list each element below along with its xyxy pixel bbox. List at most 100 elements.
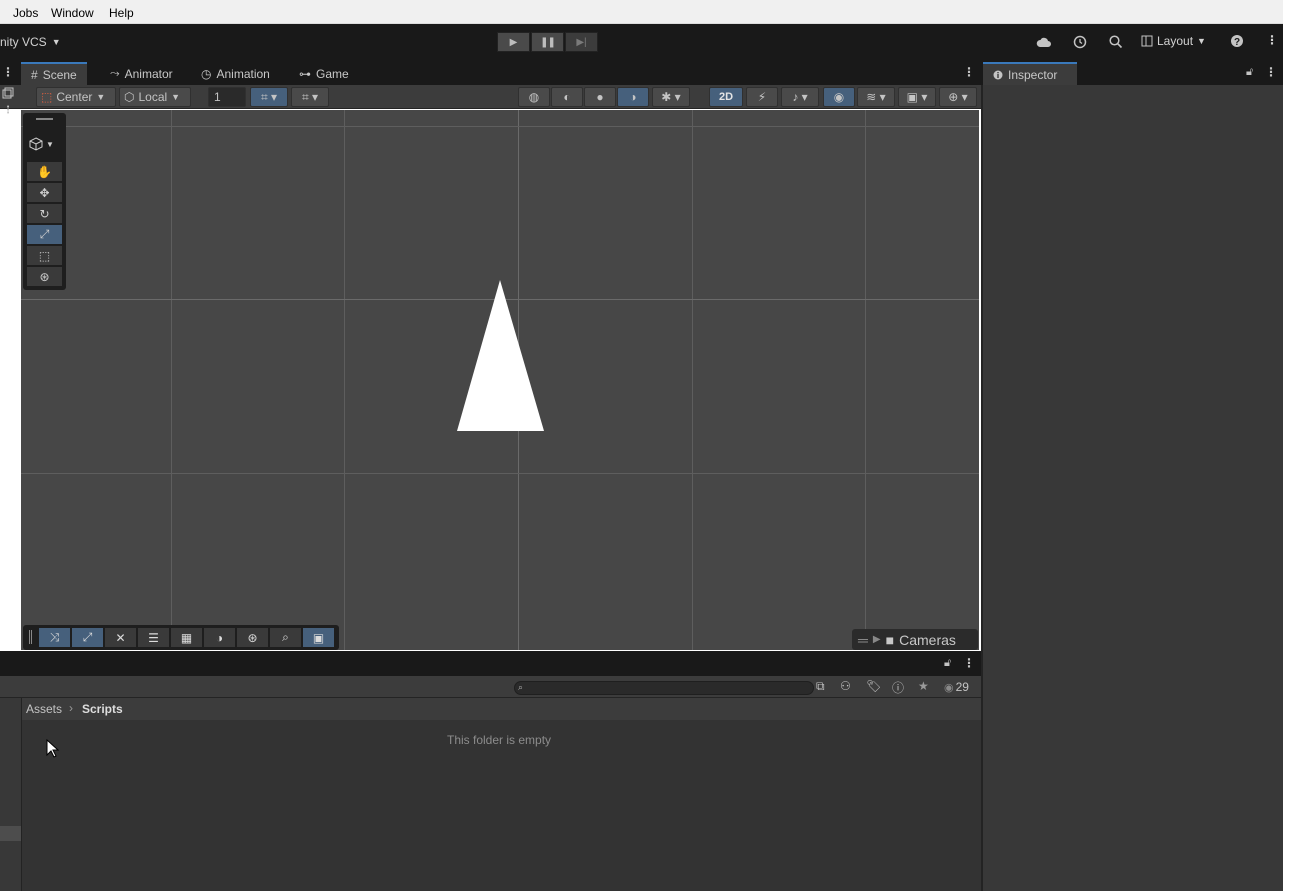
project-folder-tree[interactable] xyxy=(0,698,22,891)
pause-button[interactable]: ❚❚ xyxy=(531,32,564,52)
grid-size-field[interactable]: 1 xyxy=(208,87,246,107)
cloud-button[interactable] xyxy=(1036,35,1052,49)
scene-more-icon[interactable]: ⋮ xyxy=(963,65,975,79)
tab-game-label: Game xyxy=(316,66,349,81)
rotate-tool[interactable]: ↻ xyxy=(27,204,62,223)
more-menu-icon[interactable]: ⋮ xyxy=(1266,33,1278,47)
tab-scene[interactable]: # Scene xyxy=(21,62,87,85)
transform-tool[interactable]: ⊛ xyxy=(27,267,62,286)
breadcrumb-separator-icon: › xyxy=(69,701,73,715)
project-search-input[interactable]: ⌕ xyxy=(514,681,814,695)
tab-animator[interactable]: ⤳ Animator xyxy=(100,62,183,85)
tab-animation[interactable]: ◷ Animation xyxy=(191,62,280,85)
gizmo-icon: ⊕ ▾ xyxy=(948,90,968,104)
lighting-toggle[interactable]: ⚡ xyxy=(746,87,778,107)
overlay-button-shuffle[interactable]: ⤨ xyxy=(39,628,70,647)
maximize-icon[interactable] xyxy=(2,87,16,101)
scene-toolbar: ⋮ ⬚ Center ▼ ⬡ Local ▼ 1 ⌗ ▾ ⌗ ▾ ◍ ◐ ● ◑… xyxy=(0,85,981,116)
drag-handle[interactable] xyxy=(36,118,53,120)
menu-help[interactable]: Help xyxy=(109,6,134,20)
overlay-button-settings[interactable]: ☰ xyxy=(138,628,169,647)
rect-icon: ⬚ xyxy=(38,248,51,263)
shaded-sphere-icon: ◑ xyxy=(215,630,224,645)
step-button[interactable]: ▶| xyxy=(565,32,598,52)
favorite-star-icon[interactable]: ★ xyxy=(918,679,929,693)
menu-window[interactable]: Window xyxy=(51,6,94,20)
inspector-panel xyxy=(981,85,1283,891)
overlay-button-layers[interactable]: ⊛ xyxy=(237,628,268,647)
breadcrumb-assets[interactable]: Assets xyxy=(26,702,62,716)
tab-inspector[interactable]: Inspector xyxy=(983,62,1077,85)
toggle-2d-button[interactable]: 2D xyxy=(709,87,743,107)
version-control-dropdown[interactable]: nity VCS ▼ xyxy=(0,35,61,49)
breadcrumb-scripts[interactable]: Scripts xyxy=(82,702,123,716)
eye-icon: ◉ xyxy=(833,90,845,104)
increment-snap-icon: ⌗ ▾ xyxy=(301,89,319,104)
overlay-button-grid[interactable]: ▦ xyxy=(171,628,202,647)
help-button[interactable]: ? xyxy=(1230,34,1244,48)
layout-dropdown[interactable]: Layout ▼ xyxy=(1141,34,1206,48)
side-menu-icon[interactable]: ⋮ xyxy=(3,105,13,116)
rotate-icon: ↻ xyxy=(39,206,50,221)
project-toolbar: ⧉ ⚇ 🏷︎ ⓘ ★ ◉ 29 xyxy=(0,676,981,698)
pivot-rotation-dropdown[interactable]: ⬡ Local ▼ xyxy=(119,87,191,107)
menu-jobs[interactable]: Jobs xyxy=(13,6,38,20)
history-button[interactable] xyxy=(1072,34,1088,50)
tab-scene-label: Scene xyxy=(42,67,77,82)
folder-tree-selected-row[interactable] xyxy=(0,826,21,841)
hand-tool[interactable]: ✋ xyxy=(27,162,62,181)
overlay-button-display[interactable]: ▣ xyxy=(303,628,334,647)
search-by-type-icon[interactable]: ⚇ xyxy=(840,679,851,693)
overlay-button-bones[interactable]: ✕ xyxy=(105,628,136,647)
clock-icon: ◷ xyxy=(201,66,212,81)
pivot-mode-dropdown[interactable]: ⬚ Center ▼ xyxy=(36,87,116,107)
help-icon: ? xyxy=(1231,35,1243,48)
drag-handle[interactable] xyxy=(29,630,32,644)
triangle-sprite[interactable] xyxy=(457,280,545,432)
shaded-sphere-icon: ◑ xyxy=(629,90,637,104)
rect-tool[interactable]: ⬚ xyxy=(27,246,62,265)
vcs-label: nity VCS xyxy=(0,35,47,49)
warning-filter-icon[interactable]: ⓘ xyxy=(892,679,904,696)
scale-tool[interactable]: ⤢ xyxy=(27,225,62,244)
effects-dropdown[interactable]: ≋ ▾ xyxy=(857,87,895,107)
audio-toggle[interactable]: ♪ ▾ xyxy=(781,87,819,107)
toggle-2d-label: 2D xyxy=(718,91,734,103)
inspector-more-icon[interactable]: ⋮ xyxy=(1265,65,1277,79)
grid-snap-toggle[interactable]: ⌗ ▾ xyxy=(250,87,288,107)
lock-icon[interactable]: 🔓︎ xyxy=(944,657,951,670)
overlay-button-zoom[interactable]: ⌕ xyxy=(270,628,301,647)
shaded-wireframe-icon: ◐ xyxy=(563,90,571,104)
hidden-packages-toggle[interactable]: ◉ 29 xyxy=(944,680,969,694)
draw-mode-shaded-button[interactable]: ◑ xyxy=(617,87,649,107)
draw-mode-shaded-wireframe-button[interactable]: ◐ xyxy=(551,87,583,107)
create-asset-icon[interactable]: ⧉ xyxy=(816,679,825,694)
mouse-cursor-icon xyxy=(46,739,60,758)
camera-settings-dropdown[interactable]: ▣ ▾ xyxy=(898,87,936,107)
svg-text:?: ? xyxy=(1234,37,1240,48)
view-tool-dropdown[interactable]: ▼ xyxy=(29,137,54,151)
project-more-icon[interactable]: ⋮ xyxy=(963,656,975,670)
move-tool[interactable]: ✥ xyxy=(27,183,62,202)
tab-game[interactable]: ⊶ Game xyxy=(289,62,359,85)
panel-menu-icon[interactable]: ⋮ xyxy=(2,65,14,79)
overlay-button-scale[interactable]: ⤢ xyxy=(72,628,103,647)
lock-icon[interactable]: 🔓︎ xyxy=(1246,66,1253,79)
empty-folder-message: This folder is empty xyxy=(447,733,552,747)
scene-tab-bar: ⋮ # Scene ⤳ Animator ◷ Animation ⊶ Game … xyxy=(0,60,981,85)
wireframe-sphere-icon: ◍ xyxy=(528,90,540,104)
project-folder-content[interactable]: This folder is empty xyxy=(22,720,981,891)
search-by-label-icon[interactable]: 🏷︎ xyxy=(866,679,881,693)
scene-visibility-toggle[interactable]: ◉ xyxy=(823,87,855,107)
play-button[interactable]: ▶ xyxy=(497,32,530,52)
gizmos-dropdown[interactable]: ⊕ ▾ xyxy=(939,87,977,107)
search-button[interactable] xyxy=(1108,34,1124,50)
draw-mode-wireframe-button[interactable]: ◍ xyxy=(518,87,550,107)
debug-draw-dropdown[interactable]: ✱ ▾ xyxy=(652,87,690,107)
tab-animator-label: Animator xyxy=(124,66,173,81)
cameras-overlay[interactable]: ═ ▶ ■ Cameras xyxy=(852,629,978,650)
draw-mode-unlit-button[interactable]: ● xyxy=(584,87,616,107)
scene-viewport[interactable] xyxy=(21,110,979,650)
overlay-button-shading[interactable]: ◑ xyxy=(204,628,235,647)
increment-snap-toggle[interactable]: ⌗ ▾ xyxy=(291,87,329,107)
